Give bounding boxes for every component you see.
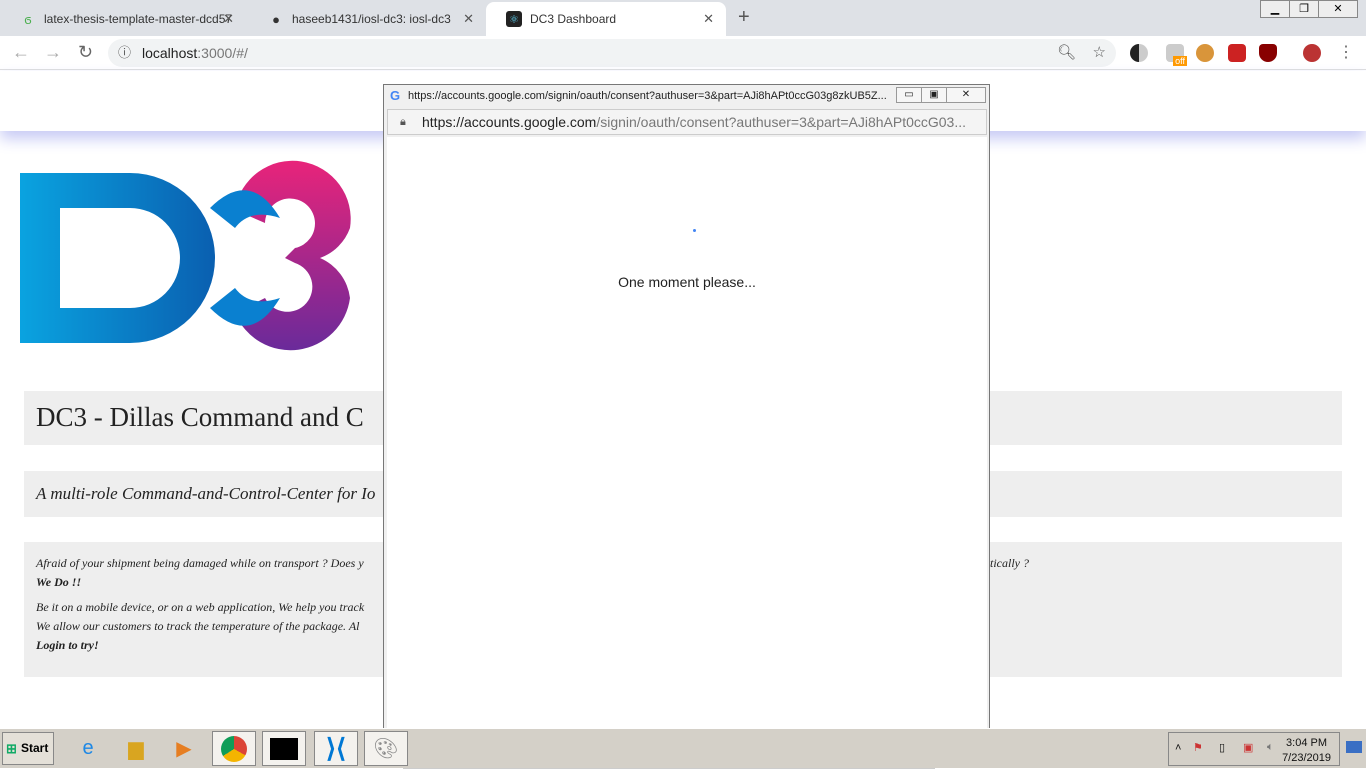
ublock-icon[interactable] — [1259, 44, 1277, 62]
taskbar: ⊞ Start e ▆ ▶ ⟩⟨ 🎨︎ ˄ ⚑ ▯ ▣ 🔈︎ 3:04 PM 7/2… — [0, 728, 1366, 768]
oauth-popup-window: G https://accounts.google.com/signin/oau… — [383, 84, 990, 769]
show-desktop-button[interactable] — [1346, 741, 1362, 753]
internet-explorer-icon[interactable]: e — [66, 731, 110, 766]
menu-icon[interactable]: ⋮ — [1338, 42, 1354, 62]
show-hidden-icons[interactable]: ˄ — [1175, 742, 1181, 754]
media-player-icon[interactable]: ▶ — [162, 731, 206, 766]
vscode-icon[interactable]: ⟩⟨ — [314, 731, 358, 766]
toolbar: ← → ↻ ⓘ localhost:3000/#/ 🔍︎ ☆ off ⋮ — [0, 36, 1366, 70]
tab-github[interactable]: ● haseeb1431/iosl-dc3: iosl-dc3 ✕ — [248, 2, 486, 36]
tab-dc3-dashboard[interactable]: ⚛ DC3 Dashboard ✕ — [486, 2, 726, 36]
popup-restore-button[interactable]: ▣ — [921, 87, 947, 103]
extension-icon[interactable] — [1228, 44, 1246, 62]
cookie-extension-icon[interactable] — [1196, 44, 1214, 62]
address-bar[interactable]: ⓘ localhost:3000/#/ 🔍︎ ☆ — [108, 39, 1116, 67]
login-prompt: Login to try! — [36, 638, 99, 652]
zoom-icon[interactable]: 🔍︎ — [1057, 39, 1076, 67]
popup-close-button[interactable]: ✕ — [946, 87, 986, 103]
paint-icon[interactable]: 🎨︎ — [364, 731, 408, 766]
action-center-flag-icon[interactable]: ⚑ — [1193, 741, 1203, 754]
back-button[interactable]: ← — [12, 42, 30, 63]
file-explorer-icon[interactable]: ▆ — [114, 731, 158, 766]
google-icon: G — [390, 88, 401, 103]
network-icon[interactable]: ▣ — [1243, 741, 1253, 754]
start-button[interactable]: ⊞ Start — [2, 732, 54, 765]
new-tab-button[interactable]: + — [738, 6, 750, 29]
restore-button[interactable]: ❐ — [1289, 0, 1319, 18]
battery-icon[interactable]: ▯ — [1219, 741, 1225, 754]
reload-button[interactable]: ↻ — [78, 42, 93, 63]
close-tab-icon[interactable]: ✕ — [463, 11, 474, 27]
loading-message: One moment please... — [618, 274, 756, 290]
command-prompt-icon[interactable] — [262, 731, 306, 766]
popup-address-bar: 🔒︎ https://accounts.google.com/signin/oa… — [387, 109, 987, 135]
minimize-button[interactable]: ▁ — [1260, 0, 1290, 18]
close-window-button[interactable]: ✕ — [1318, 0, 1358, 18]
chrome-taskbar-icon[interactable] — [212, 731, 256, 766]
extension-off-icon[interactable]: off — [1166, 44, 1187, 66]
info-icon: ⓘ — [118, 45, 132, 60]
popup-content: One moment please... — [387, 137, 987, 769]
lock-icon: 🔒︎ — [400, 116, 406, 128]
volume-icon[interactable]: 🔈︎ — [1267, 741, 1274, 754]
dark-mode-extension-icon[interactable] — [1130, 44, 1148, 62]
react-icon: ⚛ — [506, 11, 522, 27]
forward-button[interactable]: → — [44, 42, 62, 63]
clock[interactable]: 3:04 PM 7/23/2019 — [1282, 736, 1331, 766]
close-tab-icon[interactable]: ✕ — [703, 11, 714, 27]
overleaf-icon: ϭ — [24, 11, 32, 27]
tab-strip: ϭ latex-thesis-template-master-dcd57 ✕ ● ha… — [0, 0, 1366, 36]
system-tray: ˄ ⚑ ▯ ▣ 🔈︎ 3:04 PM 7/23/2019 — [1168, 732, 1340, 766]
windows-logo-icon: ⊞ — [6, 741, 17, 756]
popup-minimize-button[interactable]: ▭ — [896, 87, 922, 103]
loading-spinner — [693, 229, 696, 232]
bookmark-star-icon[interactable]: ☆ — [1093, 39, 1106, 67]
profile-avatar[interactable] — [1303, 44, 1321, 62]
dc3-logo — [20, 160, 351, 351]
close-tab-icon[interactable]: ✕ — [223, 11, 234, 27]
github-icon: ● — [272, 11, 280, 27]
tab-latex[interactable]: ϭ latex-thesis-template-master-dcd57 ✕ — [0, 2, 246, 36]
popup-titlebar[interactable]: G https://accounts.google.com/signin/oau… — [384, 85, 989, 107]
